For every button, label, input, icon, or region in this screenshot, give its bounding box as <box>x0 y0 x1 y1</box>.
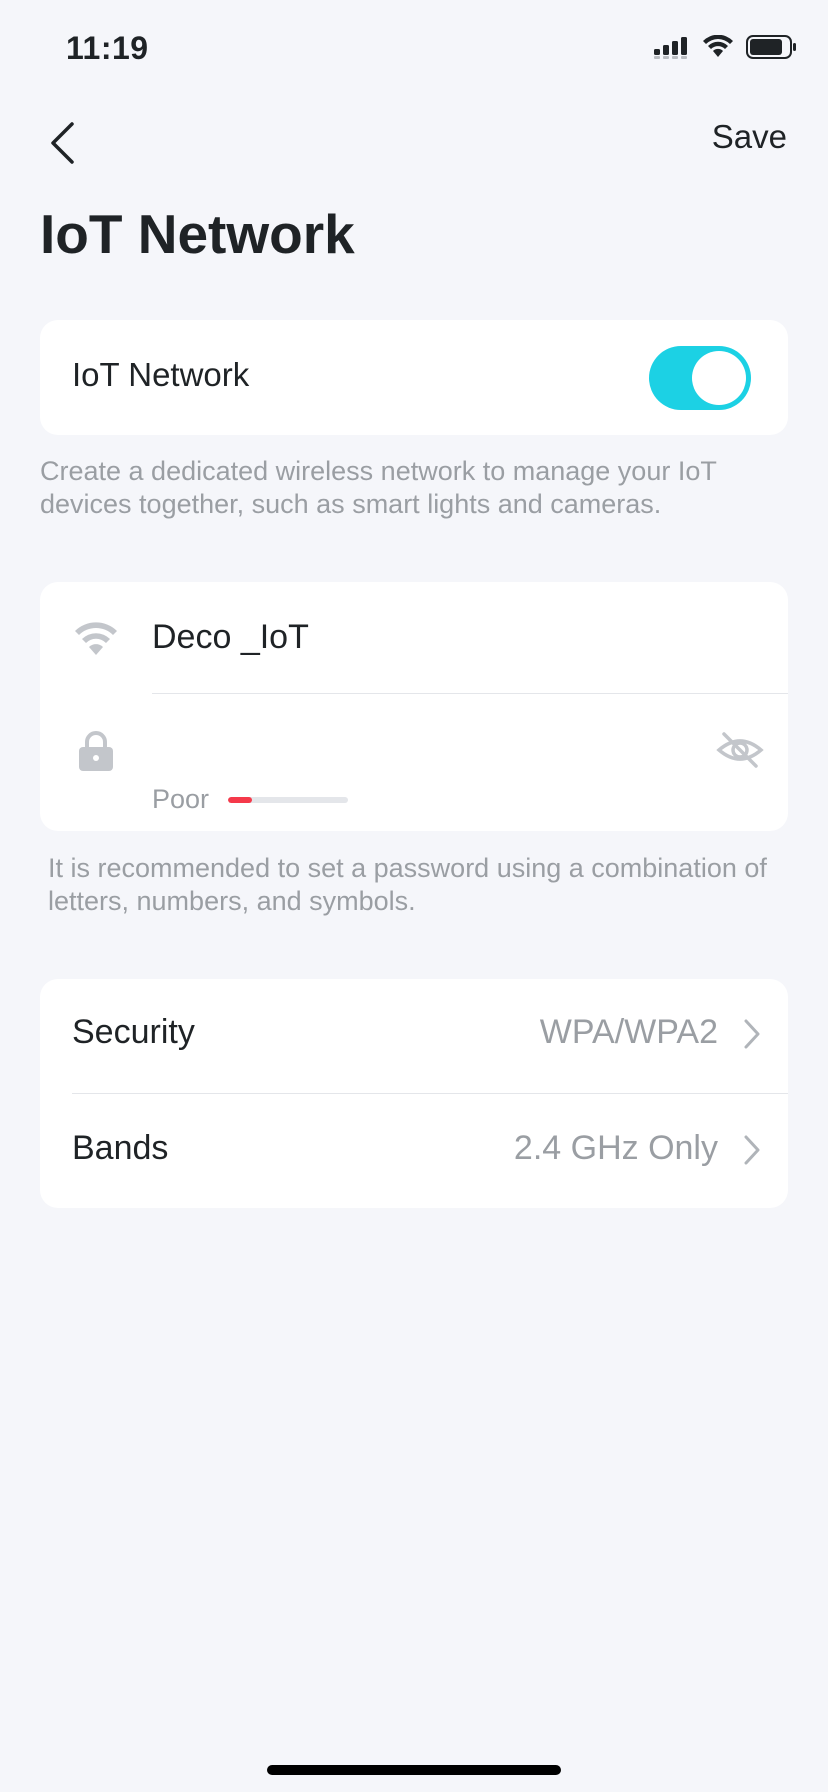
iot-network-switch[interactable] <box>649 346 751 410</box>
bands-label: Bands <box>72 1129 169 1167</box>
battery-icon <box>746 35 796 59</box>
chevron-right-icon <box>742 1018 762 1055</box>
cellular-signal-icon <box>654 37 687 59</box>
security-value: WPA/WPA2 <box>539 1013 718 1051</box>
password-input[interactable] <box>152 730 696 776</box>
chevron-left-icon <box>51 122 74 164</box>
iot-network-toggle-label: IoT Network <box>72 356 250 393</box>
home-indicator <box>267 1765 561 1775</box>
password-strength-bar <box>228 797 348 803</box>
chevron-right-icon <box>742 1134 762 1171</box>
wifi-status-icon <box>703 35 733 57</box>
page-title: IoT Network <box>40 203 355 265</box>
lock-icon <box>78 730 114 777</box>
field-divider <box>152 693 788 694</box>
back-button[interactable] <box>40 116 84 170</box>
bands-value: 2.4 GHz Only <box>513 1129 718 1167</box>
wifi-icon <box>74 621 118 662</box>
save-button[interactable]: Save <box>712 118 787 156</box>
password-strength-label: Poor <box>152 784 210 814</box>
switch-knob <box>692 351 746 405</box>
password-strength-fill <box>228 797 252 803</box>
password-hint: It is recommended to set a password usin… <box>48 853 767 916</box>
ssid-field[interactable]: Deco _IoT <box>152 618 309 657</box>
status-time: 11:19 <box>66 30 149 66</box>
status-icons <box>654 34 798 60</box>
eye-slash-icon[interactable] <box>716 730 764 775</box>
security-label: Security <box>72 1013 195 1051</box>
iot-network-description: Create a dedicated wireless network to m… <box>40 456 717 519</box>
